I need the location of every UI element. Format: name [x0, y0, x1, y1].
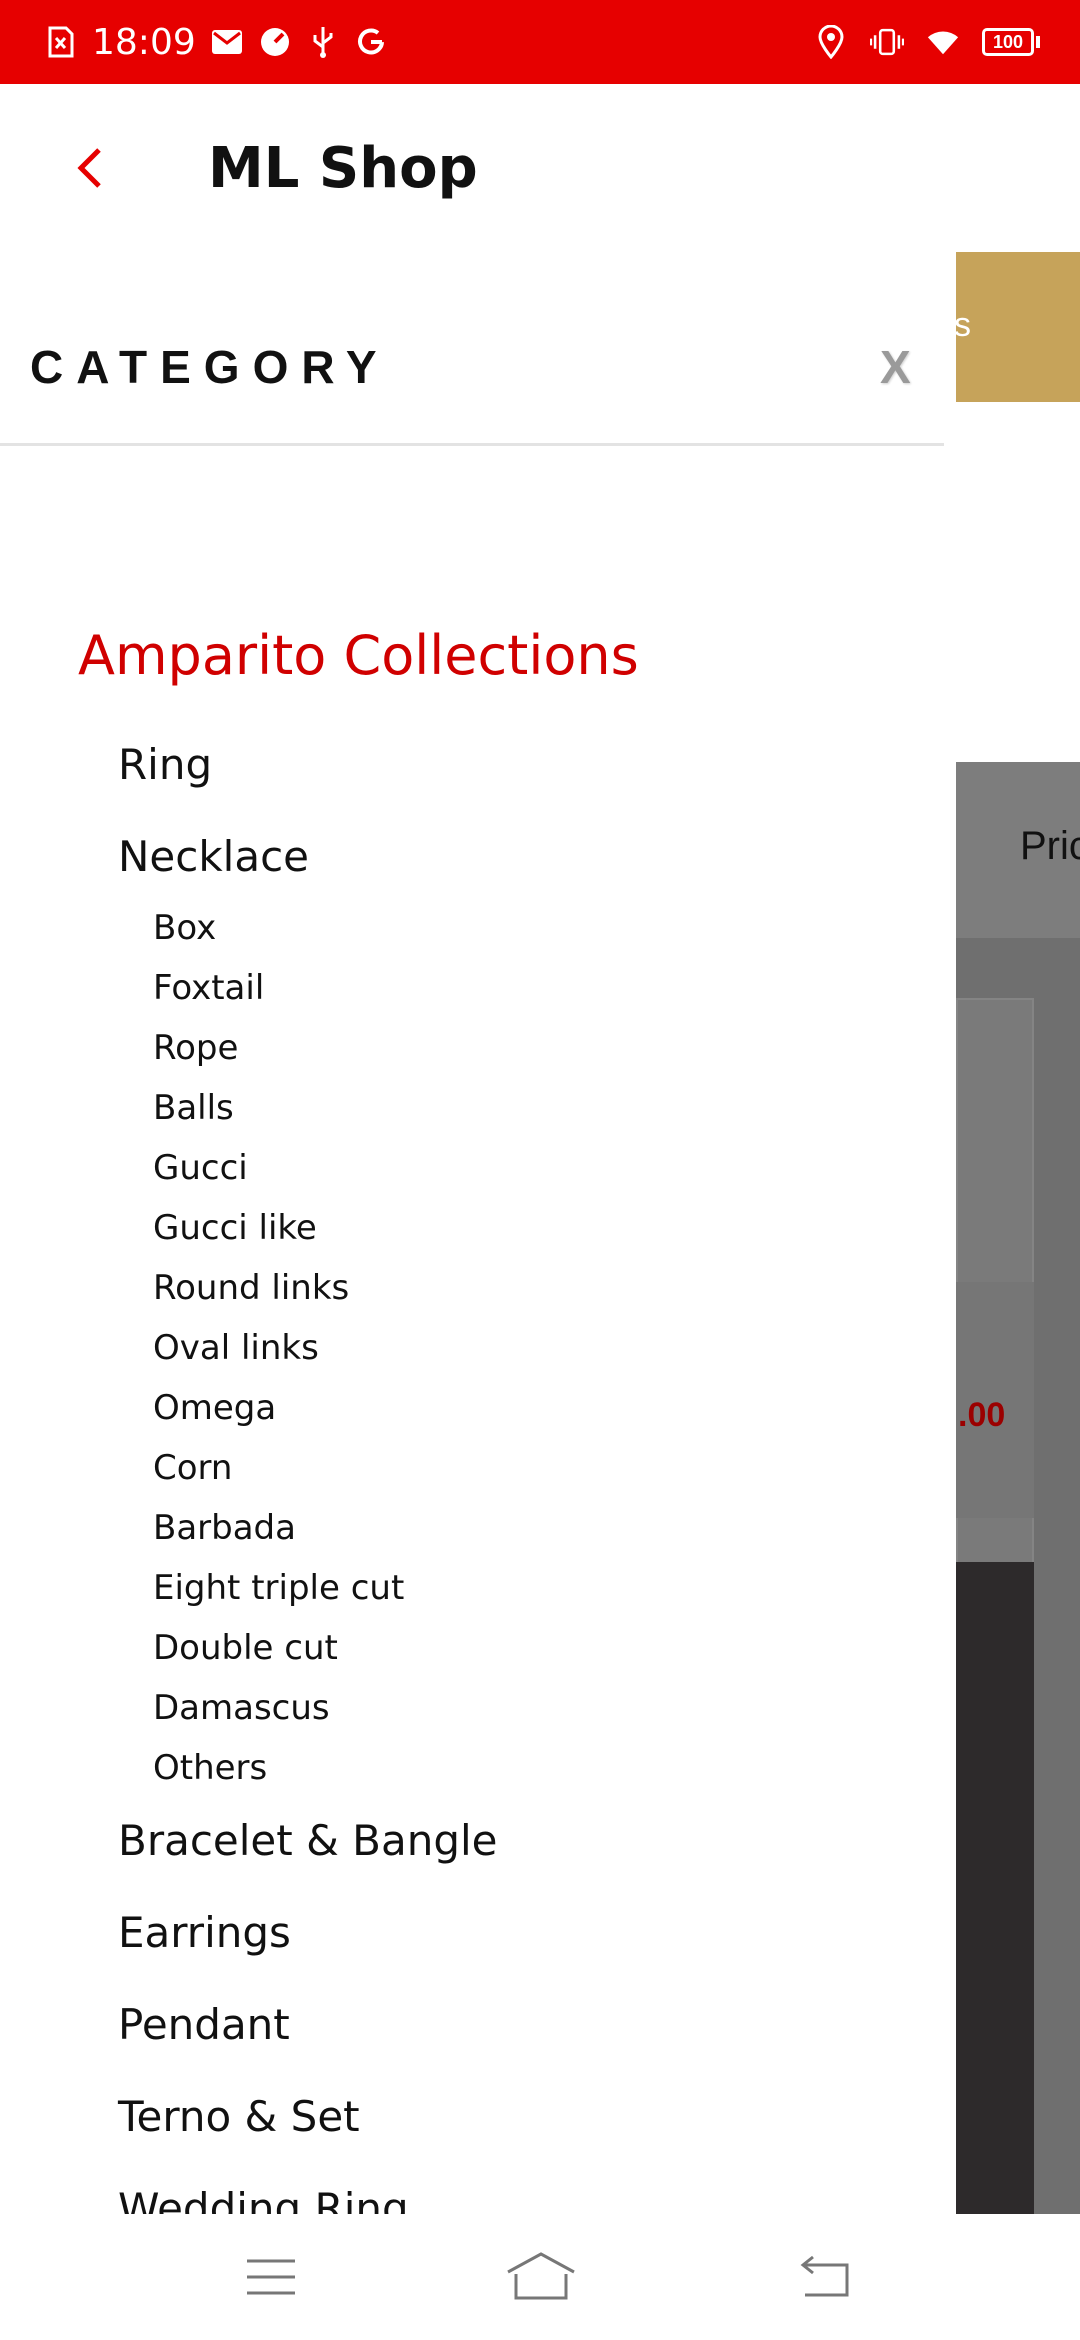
- status-bar-left: 18:09: [44, 0, 388, 84]
- category-item[interactable]: Terno & Set: [118, 2092, 360, 2141]
- subcategory-item[interactable]: Round links: [153, 1268, 349, 1308]
- category-item[interactable]: Earrings: [118, 1908, 291, 1957]
- drawer-close-button[interactable]: X: [880, 340, 911, 394]
- subcategory-item[interactable]: Gucci like: [153, 1208, 317, 1248]
- status-bar-right: 100: [814, 0, 1040, 84]
- category-item[interactable]: Ring: [118, 740, 212, 789]
- speed-icon: [258, 25, 292, 59]
- home-button[interactable]: [506, 2244, 576, 2310]
- navigation-bar: [0, 2214, 1080, 2340]
- background-product-image: [956, 1562, 1034, 2214]
- subcategory-item[interactable]: Corn: [153, 1448, 232, 1488]
- subcategory-item[interactable]: Rope: [153, 1028, 238, 1068]
- background-banner: s: [956, 252, 1080, 402]
- background-sort-label: Pric: [1020, 824, 1080, 868]
- usb-icon: [306, 25, 340, 59]
- subcategory-item[interactable]: Gucci: [153, 1148, 248, 1188]
- subcategory-item[interactable]: Oval links: [153, 1328, 319, 1368]
- subcategory-item[interactable]: Double cut: [153, 1628, 338, 1668]
- background-page: s Pric .00: [956, 252, 1080, 2214]
- subcategory-item[interactable]: Foxtail: [153, 968, 264, 1008]
- wifi-icon: [926, 25, 960, 59]
- sim-error-icon: [44, 25, 78, 59]
- background-product-price: .00: [958, 1396, 1006, 1434]
- drawer-title: CATEGORY: [30, 341, 390, 393]
- category-item[interactable]: Pendant: [118, 2000, 290, 2049]
- subcategory-item[interactable]: Balls: [153, 1088, 234, 1128]
- menu-button[interactable]: [236, 2244, 306, 2310]
- subcategory-item[interactable]: Box: [153, 908, 216, 948]
- location-icon: [814, 25, 848, 59]
- back-button[interactable]: [62, 140, 118, 196]
- subcategory-item[interactable]: Omega: [153, 1388, 276, 1428]
- google-icon: [354, 25, 388, 59]
- chevron-left-icon: [77, 148, 101, 188]
- background-banner-text: s: [956, 306, 971, 344]
- battery-tip: [1036, 36, 1040, 48]
- battery-level: 100: [982, 28, 1034, 56]
- category-item[interactable]: Bracelet & Bangle: [118, 1816, 498, 1865]
- status-bar: 18:09 100: [0, 0, 1080, 84]
- menu-icon: [247, 2259, 295, 2295]
- subcategory-item[interactable]: Barbada: [153, 1508, 296, 1548]
- mail-icon: [210, 25, 244, 59]
- category-drawer: CATEGORY X Amparito Collections Ring Neck…: [0, 252, 956, 2214]
- category-item[interactable]: Necklace: [118, 832, 309, 881]
- subcategory-item[interactable]: Damascus: [153, 1688, 330, 1728]
- home-icon: [507, 2252, 575, 2300]
- app-bar: ML Shop: [0, 84, 1080, 252]
- drawer-header: CATEGORY X: [0, 252, 944, 446]
- vibrate-icon: [870, 25, 904, 59]
- category-item[interactable]: Wedding Ring: [118, 2184, 409, 2214]
- back-nav-button[interactable]: [790, 2244, 860, 2310]
- status-time: 18:09: [92, 21, 196, 63]
- app-title: ML Shop: [208, 136, 478, 201]
- subcategory-item[interactable]: Others: [153, 1748, 267, 1788]
- collection-title[interactable]: Amparito Collections: [78, 624, 639, 687]
- battery-icon: 100: [982, 28, 1040, 56]
- subcategory-item[interactable]: Eight triple cut: [153, 1568, 404, 1608]
- back-icon: [800, 2255, 849, 2297]
